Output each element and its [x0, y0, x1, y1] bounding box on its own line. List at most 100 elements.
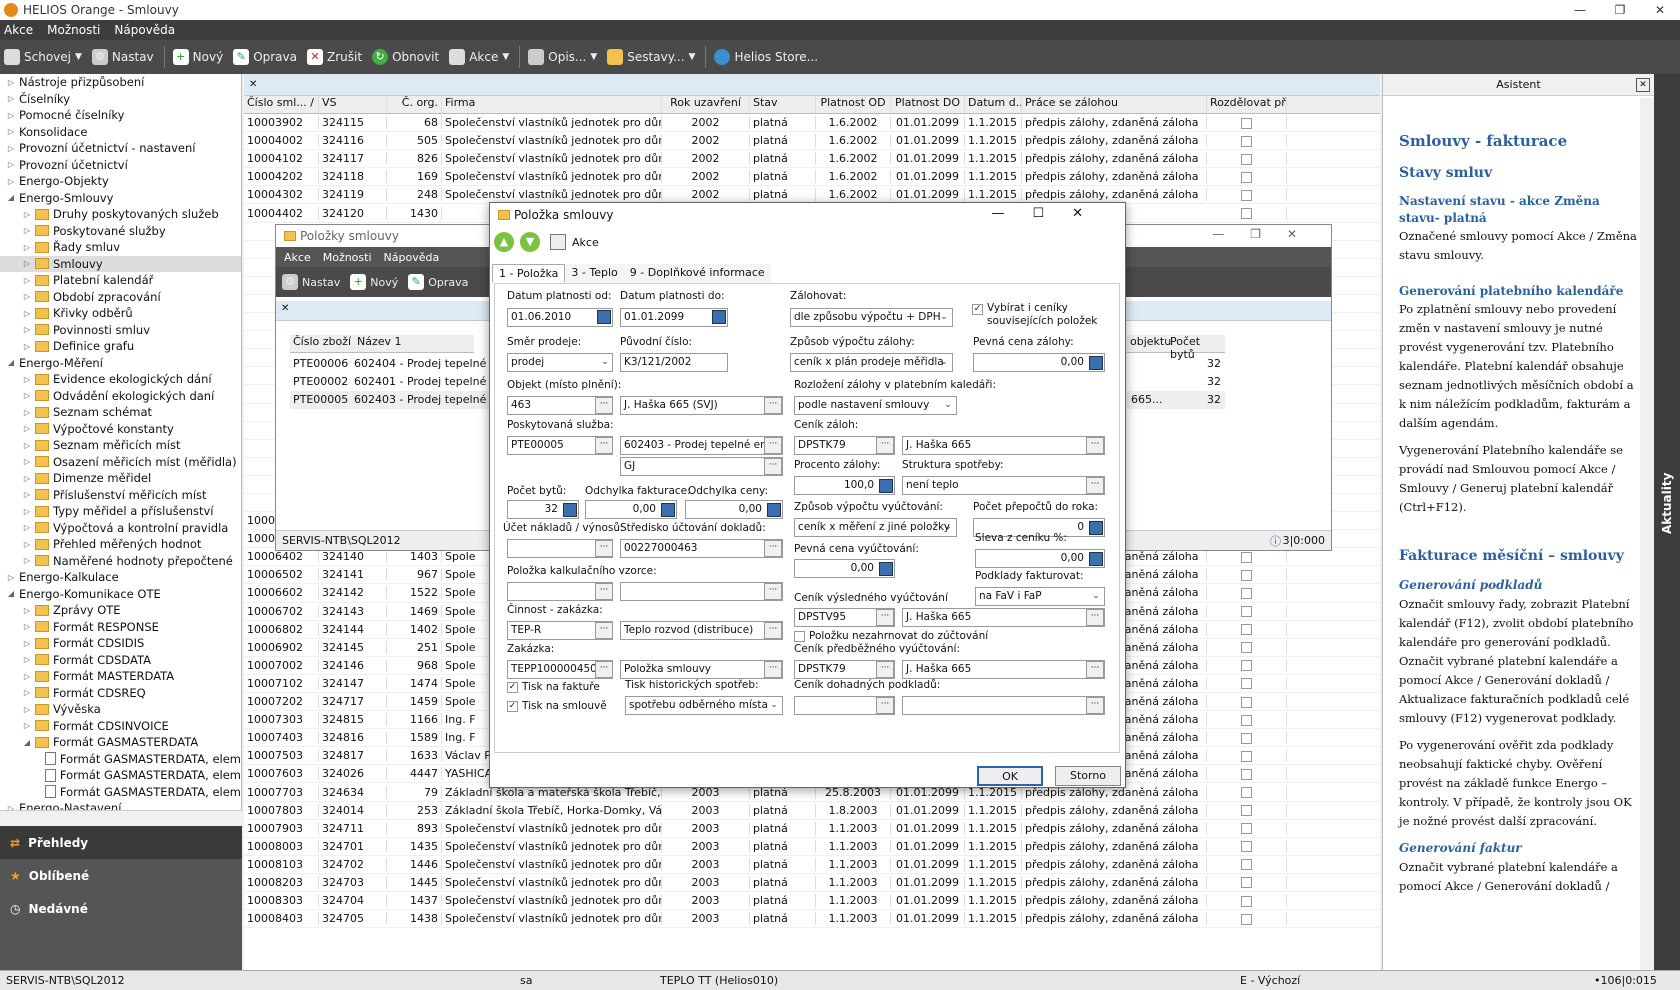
arrow-up-icon[interactable]: ▲: [494, 232, 514, 252]
browse-button[interactable]: ···: [1086, 697, 1104, 714]
expander-icon[interactable]: ▷: [6, 144, 16, 153]
checkbox[interactable]: [1207, 640, 1287, 654]
sub-novy-button[interactable]: + Nový: [350, 274, 398, 290]
table-row[interactable]: 10007903 324711 893 Společenství vlastníků …: [244, 820, 1380, 838]
browse-button[interactable]: ···: [876, 661, 894, 678]
cenik-predbezny-name-field[interactable]: J. Haška 665: [902, 660, 1105, 679]
menu-akce[interactable]: Akce: [4, 23, 33, 37]
tree-node[interactable]: ▷ Osazení měřicích míst (měřidla): [0, 454, 241, 471]
browse-button[interactable]: ···: [595, 397, 613, 414]
tree-node[interactable]: Formát GASMASTERDATA, elem: [0, 784, 241, 801]
expander-icon[interactable]: ▷: [6, 177, 16, 186]
sub-col-objektu[interactable]: objektu: [1127, 335, 1171, 352]
tisk-smlouva-checkbox[interactable]: ✓ Tisk na smlouvě: [507, 700, 607, 712]
calculator-icon[interactable]: [1089, 552, 1103, 566]
expander-icon[interactable]: ▷: [6, 127, 16, 136]
browse-button[interactable]: ···: [876, 437, 894, 454]
expander-icon[interactable]: ▷: [22, 655, 32, 664]
checkbox[interactable]: [1207, 875, 1287, 889]
expander-icon[interactable]: ▷: [22, 721, 32, 730]
calculator-icon[interactable]: [879, 562, 893, 576]
tree-node[interactable]: ▷ Energo-Objekty: [0, 173, 241, 190]
cenik-zaloh-name-field[interactable]: J. Haška 665: [902, 436, 1105, 455]
browse-button[interactable]: ···: [764, 437, 782, 454]
cenik-vysledny-name-field[interactable]: J. Haška 665: [902, 608, 1105, 627]
assistant-link[interactable]: Nastavení stavu - akce Změna stavu- plat…: [1399, 193, 1637, 227]
vybirat-ceniky-checkbox[interactable]: ✓ Vybírat i ceníky souvisejících položek: [972, 302, 1112, 328]
column-header[interactable]: Stav: [750, 96, 816, 113]
tree-node[interactable]: ▷ Formát RESPONSE: [0, 619, 241, 636]
assistant-link[interactable]: Generování platebního kalendáře: [1399, 283, 1637, 300]
browse-button[interactable]: ···: [764, 458, 782, 475]
checkbox[interactable]: [1207, 188, 1287, 202]
rozlozeni-select[interactable]: podle nastavení smlouvy: [794, 396, 957, 415]
browse-button[interactable]: ···: [1086, 437, 1104, 454]
sub-menu-napoveda[interactable]: Nápověda: [384, 251, 440, 264]
cinnost-name-field[interactable]: Teplo rozvod (distribuce): [620, 621, 783, 640]
tree-node[interactable]: ▷ Řady smluv: [0, 239, 241, 256]
browse-button[interactable]: ···: [595, 622, 613, 639]
tree-node[interactable]: ▷ Provozní účetnictví - nastavení: [0, 140, 241, 157]
browse-button[interactable]: ···: [764, 583, 782, 600]
sub-oprava-button[interactable]: ✎ Oprava: [408, 274, 468, 290]
tree-node[interactable]: ▷ Formát CDSREQ: [0, 685, 241, 702]
cenik-dohadny-name-field[interactable]: [902, 696, 1105, 715]
checkbox[interactable]: [1207, 568, 1287, 582]
tree-node[interactable]: ▷ Výpočtová a kontrolní pravidla: [0, 520, 241, 537]
chevron-down-icon[interactable]: ⌄: [941, 519, 955, 536]
zpusob-zalohy-select[interactable]: ceník x plán prodeje měřidla: [790, 353, 953, 372]
nav-prehledy[interactable]: ⇄ Přehledy: [0, 826, 242, 859]
checkbox[interactable]: [1207, 894, 1287, 908]
checkbox[interactable]: [1207, 767, 1287, 781]
table-row[interactable]: PTE00002 602401 - Prodej tepelné ene: [290, 373, 510, 391]
tree-node[interactable]: ▷ Smlouvy: [0, 255, 241, 272]
tree-node[interactable]: ▷ Definice grafu: [0, 338, 241, 355]
browse-button[interactable]: ···: [876, 697, 894, 714]
checkbox[interactable]: [1207, 785, 1287, 799]
arrow-down-icon[interactable]: ▼: [520, 232, 540, 252]
expander-icon[interactable]: ▷: [22, 424, 32, 433]
tree-node[interactable]: ▷ Dimenze měřidel: [0, 470, 241, 487]
expander-icon[interactable]: ▷: [6, 78, 16, 87]
helios-store-button[interactable]: Helios Store...: [714, 49, 818, 65]
filter-row[interactable]: ✕: [244, 74, 1380, 96]
jednotka-field[interactable]: GJ: [620, 457, 783, 476]
checkbox[interactable]: [1207, 695, 1287, 709]
expander-icon[interactable]: ▷: [22, 474, 32, 483]
browse-button[interactable]: ···: [1086, 477, 1104, 494]
expander-icon[interactable]: ▷: [22, 622, 32, 631]
tree-node[interactable]: Formát GASMASTERDATA, elem: [0, 751, 241, 768]
expander-icon[interactable]: ▷: [22, 606, 32, 615]
calculator-icon[interactable]: [1089, 521, 1103, 535]
stredisko-field[interactable]: 00227000463: [620, 539, 783, 558]
browse-button[interactable]: ···: [1086, 609, 1104, 626]
expander-icon[interactable]: ▷: [22, 639, 32, 648]
chevron-down-icon[interactable]: ⌄: [937, 354, 951, 371]
zrusit-button[interactable]: ✕ Zrušit: [307, 49, 362, 65]
tree-node[interactable]: ▷ Platební kalendář: [0, 272, 241, 289]
calculator-icon[interactable]: [767, 503, 781, 517]
expander-icon[interactable]: ▷: [6, 94, 16, 103]
nezahrnovat-checkbox[interactable]: Položku nezahrnovat do zúčtování: [794, 630, 988, 642]
column-header[interactable]: Platnost OD: [816, 96, 891, 113]
zpusob-vyuctovani-select[interactable]: ceník x měření z jiné položky: [794, 518, 957, 537]
maximize-button[interactable]: ❐: [1600, 0, 1640, 20]
tab-doplnkove[interactable]: 9 - Doplňkové informace: [623, 264, 771, 282]
tree-node[interactable]: ▷ Seznam schémat: [0, 404, 241, 421]
dialog-akce-button[interactable]: Akce: [572, 236, 599, 249]
expander-icon[interactable]: ▷: [22, 490, 32, 499]
opis-button[interactable]: Opis... ▼: [528, 49, 597, 65]
objekt-name-field[interactable]: J. Haška 665 (SVJ): [620, 396, 783, 415]
checkbox[interactable]: [1207, 550, 1287, 564]
expander-icon[interactable]: ▷: [22, 259, 32, 268]
browse-button[interactable]: ···: [595, 583, 613, 600]
calculator-icon[interactable]: [1089, 356, 1103, 370]
table-row[interactable]: PTE00006 602404 - Prodej tepelné ene: [290, 355, 510, 373]
checkbox[interactable]: [1207, 803, 1287, 817]
expander-icon[interactable]: ◢: [22, 738, 32, 747]
menu-napoveda[interactable]: Nápověda: [114, 23, 175, 37]
column-header[interactable]: Č. org.: [387, 96, 442, 113]
struktura-spotreby-field[interactable]: není teplo: [902, 476, 1105, 495]
table-row[interactable]: 10007803 324014 253 Základní škola Třebíč, …: [244, 802, 1380, 820]
expander-icon[interactable]: ▷: [22, 375, 32, 384]
